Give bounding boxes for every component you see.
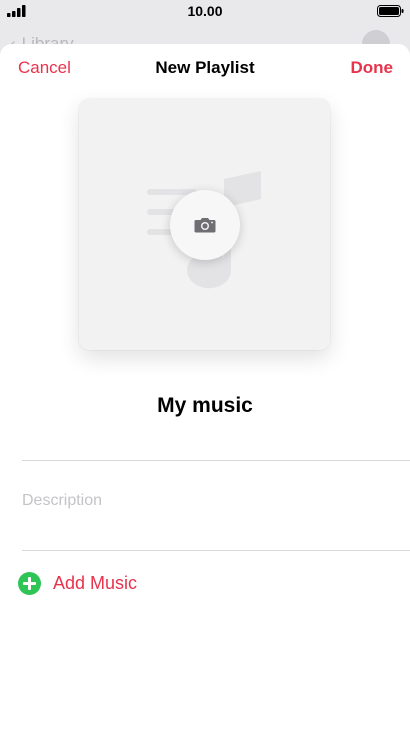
- sheet-title: New Playlist: [155, 58, 255, 77]
- camera-button[interactable]: [170, 190, 240, 260]
- divider: [22, 460, 410, 461]
- screen: 10.00 ‹Library Cancel New Playlist Done: [0, 0, 410, 729]
- camera-icon: [194, 218, 216, 233]
- playlist-name-field[interactable]: My music: [0, 394, 410, 418]
- new-playlist-sheet: Cancel New Playlist Done My music Descri…: [0, 44, 410, 729]
- background-back-label: Library: [21, 34, 74, 44]
- done-button[interactable]: Done: [351, 58, 394, 78]
- background-back-link: ‹ Library: [10, 34, 74, 44]
- description-field[interactable]: Description: [22, 492, 102, 510]
- add-music-button[interactable]: Add Music: [18, 571, 137, 595]
- battery-full-icon: [377, 5, 404, 17]
- status-time: 10.00: [187, 3, 223, 19]
- divider: [22, 550, 410, 551]
- add-music-label: Add Music: [53, 572, 138, 593]
- playlist-artwork[interactable]: [79, 99, 330, 350]
- plus-circle-icon: [18, 571, 41, 595]
- chevron-left-icon: ‹: [10, 34, 16, 44]
- status-bar: 10.00: [0, 0, 410, 24]
